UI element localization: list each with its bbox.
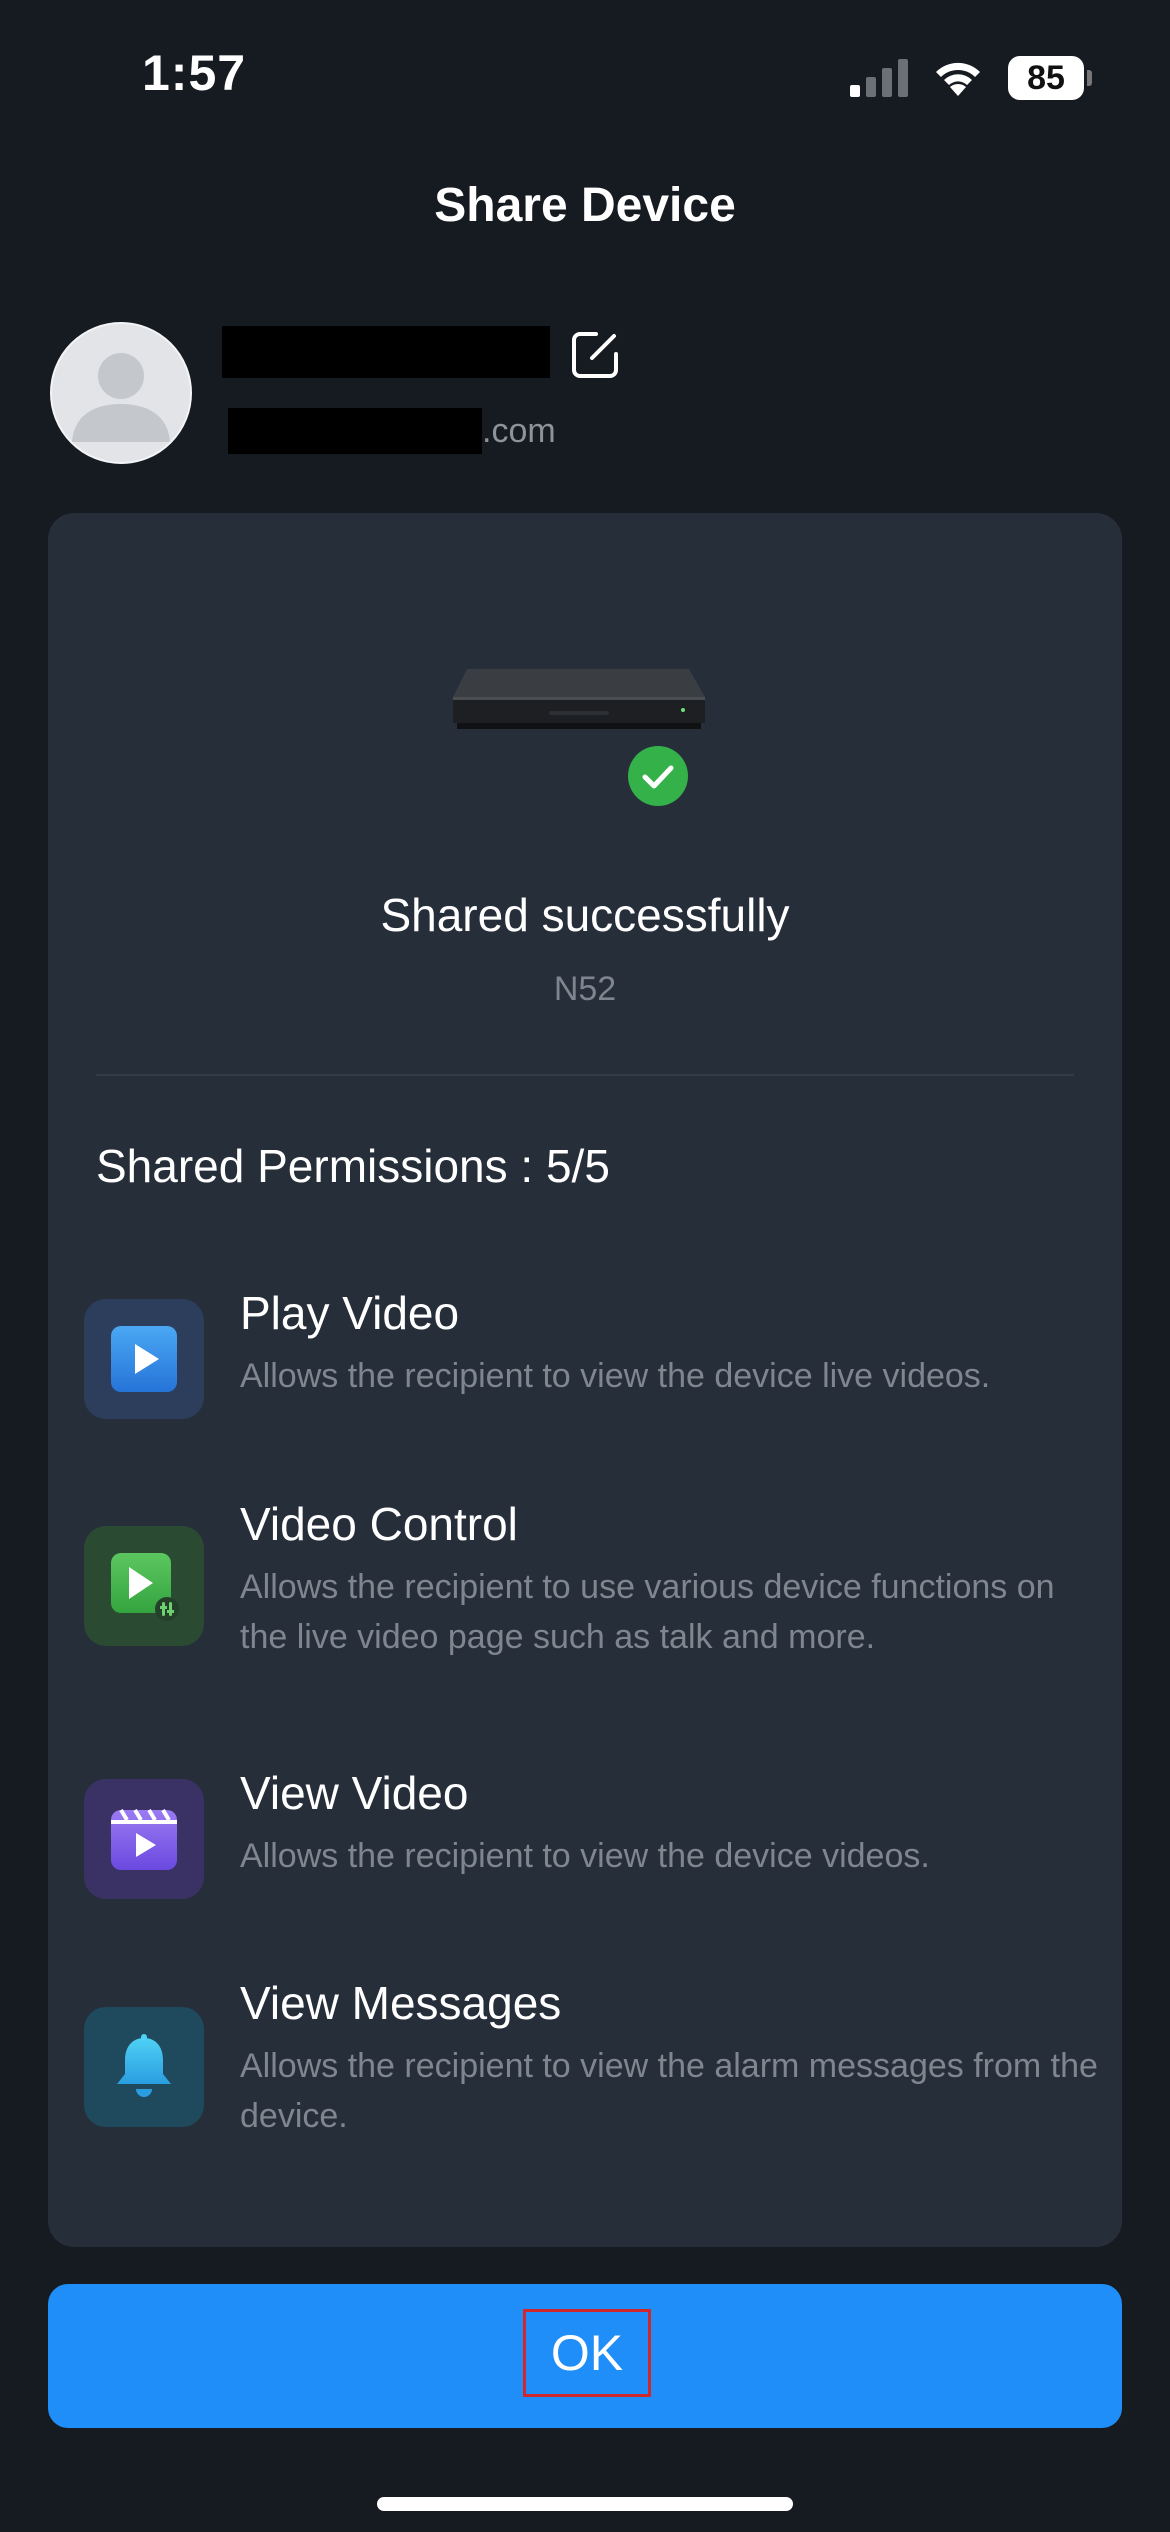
battery-icon: 85 [1008,56,1092,100]
device-name: N52 [553,970,617,1008]
wifi-icon [936,62,980,96]
nvr-device-image [453,669,705,729]
email-suffix: .com [482,411,556,450]
battery-cap [1087,70,1092,86]
home-indicator[interactable] [377,2497,793,2511]
permission-text: Play Video Allows the recipient to view … [240,1283,1100,1401]
edit-icon[interactable] [570,328,622,380]
permission-description: Allows the recipient to view the device … [240,1837,930,1875]
video-control-icon [84,1526,204,1646]
status-icons: 85 [850,56,1092,100]
permission-description: Allows the recipient to use various devi… [240,1568,1055,1656]
signal-icon [850,59,908,97]
check-icon [628,746,688,806]
clapperboard-icon [84,1779,204,1899]
ok-label: OK [523,2309,651,2397]
battery-level: 85 [1008,56,1084,100]
permission-text: View Messages Allows the recipient to vi… [240,1973,1100,2141]
permission-title: View Messages [240,1977,562,2029]
divider [96,1074,1074,1076]
share-result-card: Shared successfully N52 Shared Permissio… [48,513,1122,2247]
permission-text: View Video Allows the recipient to view … [240,1763,1100,1881]
share-status: Shared successfully [380,889,790,941]
redacted-email [228,408,482,454]
avatar-icon [50,322,192,464]
page-title: Share Device [434,179,736,232]
status-time: 1:57 [142,45,247,101]
recipient-row: .com [50,322,1120,464]
permission-text: Video Control Allows the recipient to us… [240,1494,1100,1662]
play-icon [84,1299,204,1419]
permission-title: Video Control [240,1498,518,1550]
redacted-name [222,326,550,378]
ok-button[interactable]: OK [48,2284,1122,2428]
status-bar: 1:57 85 [0,0,1170,150]
permission-title: View Video [240,1767,469,1819]
permission-description: Allows the recipient to view the alarm m… [240,2047,1098,2135]
permission-description: Allows the recipient to view the device … [240,1357,991,1395]
email-field: .com [228,408,556,454]
bell-icon [84,2007,204,2127]
permissions-heading: Shared Permissions : 5/5 [96,1140,610,1192]
permission-title: Play Video [240,1287,460,1339]
